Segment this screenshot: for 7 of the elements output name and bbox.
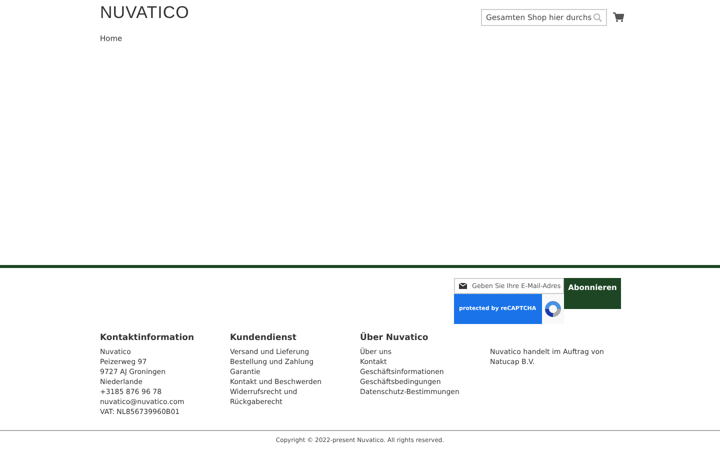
envelope-icon xyxy=(459,283,467,289)
column-heading: Kontaktinformation xyxy=(100,332,195,345)
cart-icon[interactable] xyxy=(613,12,624,22)
column-heading: Kundendienst xyxy=(230,332,298,345)
column-heading: Über Nuvatico xyxy=(360,332,430,345)
search-icon xyxy=(593,13,602,22)
logo[interactable]: NUVATICO xyxy=(100,4,190,22)
